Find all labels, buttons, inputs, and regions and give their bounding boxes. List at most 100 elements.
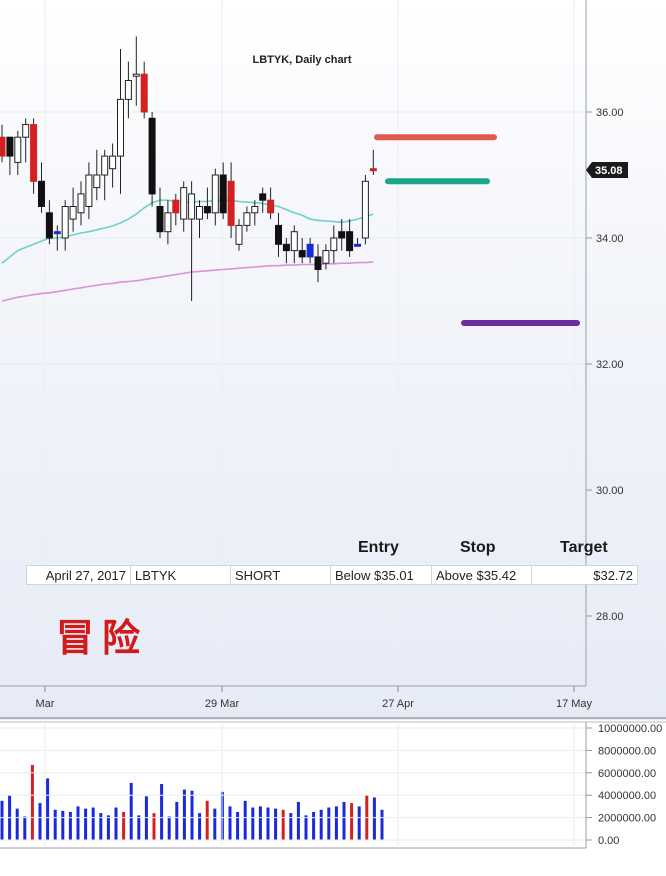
trade-direction: SHORT [231, 566, 331, 584]
volume-bar [182, 789, 186, 840]
candle-body [172, 199, 180, 214]
volume-bar [122, 812, 126, 840]
candle-body [85, 174, 93, 207]
volume-bar [38, 803, 42, 840]
volume-bar [372, 797, 376, 840]
candle-body [93, 174, 101, 189]
vol-y-tick-label: 0.00 [598, 835, 619, 847]
volume-bar [137, 815, 141, 840]
x-tick-label: Mar [36, 698, 55, 710]
volume-panel-bg [0, 720, 666, 876]
volume-bar [312, 812, 316, 840]
volume-bar [167, 816, 171, 840]
volume-bar [53, 809, 57, 840]
chart-canvas: 36.00 34.00 32.00 30.00 28.00 35.08 Mar 29 Mar… [0, 0, 666, 876]
candle-body [6, 136, 14, 157]
y-tick-label: 32.00 [596, 359, 624, 371]
x-tick-label: 17 May [556, 698, 593, 710]
x-tick-label: 27 Apr [382, 698, 414, 710]
y-tick-label: 30.00 [596, 485, 624, 497]
volume-bar [144, 796, 148, 840]
volume-bar [213, 808, 217, 840]
candle-body [148, 117, 156, 195]
header-entry: Entry [358, 539, 399, 556]
volume-bar [266, 807, 270, 840]
x-tick-label: 29 Mar [205, 698, 240, 710]
vol-y-tick-label: 2000000.00 [598, 813, 656, 825]
candle-body [14, 136, 22, 163]
candle-body [259, 193, 267, 201]
candle-body [22, 124, 30, 138]
volume-bar [228, 806, 232, 840]
volume-bar [380, 809, 384, 840]
volume-bar [91, 807, 95, 840]
candle-body [164, 212, 172, 233]
volume-bar [281, 809, 285, 840]
candle-body [109, 155, 117, 170]
vol-y-tick-label: 8000000.00 [598, 745, 656, 757]
candle-body [361, 180, 369, 239]
candle-body [117, 98, 124, 157]
candle-body [314, 256, 322, 270]
candle-body [188, 193, 196, 220]
volume-bar [243, 800, 247, 840]
candle-body [38, 180, 45, 208]
header-target: Target [560, 539, 608, 556]
candle-body [140, 73, 148, 113]
y-tick-label: 28.00 [596, 611, 624, 623]
y-tick-label: 36.00 [596, 107, 624, 119]
volume-bar [251, 807, 255, 840]
volume-bar [68, 812, 72, 840]
candle-body [251, 206, 259, 214]
vol-y-tick-label: 10000000.00 [598, 723, 662, 735]
candle-body [322, 250, 330, 264]
candle-body [227, 180, 235, 226]
volume-bar [296, 801, 300, 840]
volume-bar [61, 810, 65, 840]
volume-bar [190, 790, 194, 840]
volume-bar [236, 812, 240, 840]
candle-body [243, 212, 251, 226]
candle-body [275, 224, 282, 245]
volume-bar [160, 784, 164, 840]
candle-body [132, 73, 140, 77]
candle-body [306, 243, 314, 258]
trade-stop: Above $35.42 [432, 566, 532, 584]
watermark-stamp: 冒险 [56, 615, 149, 660]
candle-body [101, 155, 109, 176]
trade-entry: Below $35.01 [331, 566, 432, 584]
last-price-label: 35.08 [595, 165, 623, 177]
candle-body [282, 243, 290, 252]
vol-y-tick-label: 4000000.00 [598, 790, 656, 802]
trade-date: April 27, 2017 [27, 566, 131, 584]
volume-bar [274, 808, 278, 840]
candle-body [124, 80, 132, 100]
volume-bar [334, 806, 338, 840]
y-tick-label: 34.00 [596, 233, 624, 245]
candle-body [369, 168, 377, 172]
vol-y-tick-label: 6000000.00 [598, 768, 656, 780]
candle-body [156, 206, 164, 233]
candle-body [196, 206, 203, 220]
volume-bar [319, 809, 323, 840]
volume-bar [0, 800, 4, 840]
candle-body [77, 193, 85, 214]
volume-bar [342, 801, 346, 840]
volume-bar [304, 815, 308, 840]
candle-body [346, 231, 354, 252]
volume-bar [15, 808, 19, 840]
candle-body [354, 243, 361, 247]
trade-target: $32.72 [593, 568, 633, 583]
candle-body [219, 174, 227, 214]
candle-body [30, 124, 38, 182]
volume-bar [23, 816, 27, 840]
candle-body [180, 187, 188, 220]
volume-bar [357, 806, 361, 840]
candle-body [211, 174, 219, 214]
volume-bar [350, 803, 354, 840]
volume-bar [175, 801, 179, 840]
candle-body [45, 212, 53, 239]
candle-body [330, 237, 338, 252]
candle-body [69, 206, 77, 220]
volume-bar [327, 807, 331, 840]
